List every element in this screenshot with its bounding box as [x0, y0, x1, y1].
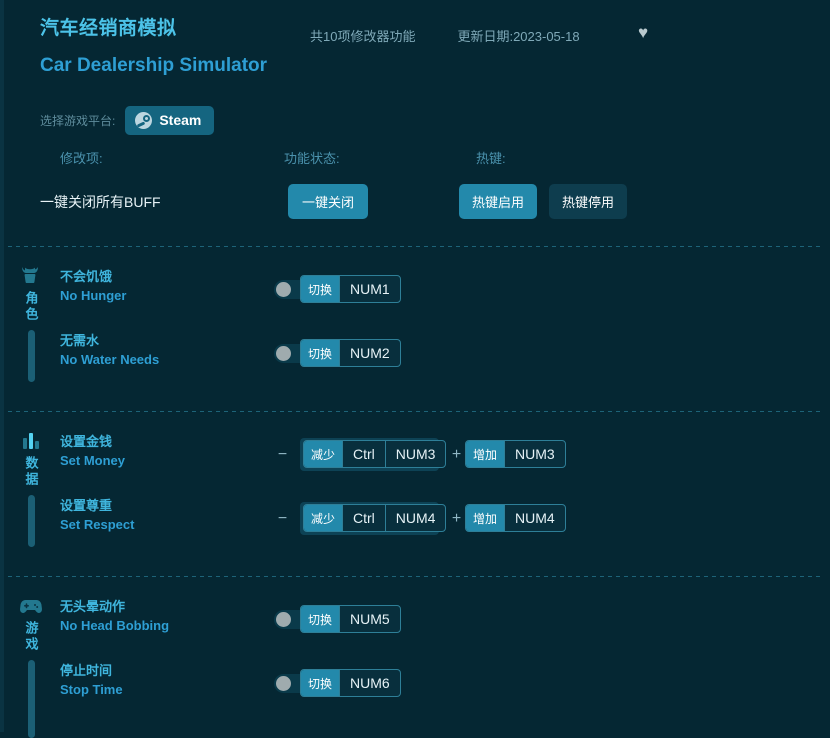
- hotkey-action-label: 增加: [466, 505, 504, 531]
- option-row: 设置金钱Set Money−+减少CtrlNUM3增加NUM3: [60, 426, 830, 490]
- trainer-window: 汽车经销商模拟 Car Dealership Simulator 共10项修改器…: [0, 0, 830, 732]
- page-title-en: Car Dealership Simulator: [40, 55, 830, 77]
- section-游戏: 游戏无头晕动作No Head Bobbing切换NUM5停止时间Stop Tim…: [0, 577, 830, 731]
- section-aside: 数据: [14, 430, 48, 547]
- steam-icon: [135, 112, 152, 129]
- hotkey-chip[interactable]: 减少CtrlNUM4: [303, 504, 446, 532]
- header: 汽车经销商模拟 Car Dealership Simulator 共10项修改器…: [0, 0, 830, 96]
- option-names: 停止时间Stop Time: [60, 661, 260, 699]
- option-name-cn: 停止时间: [60, 661, 260, 680]
- hotkey-key: NUM4: [504, 505, 565, 531]
- hotkey-key: NUM5: [339, 606, 400, 632]
- master-row: 一键关闭所有BUFF 一键关闭 热键启用 热键停用: [0, 180, 830, 236]
- hotkey-toggle-group: 热键启用 热键停用: [459, 184, 627, 219]
- hotkey-action-label: 增加: [466, 441, 504, 467]
- master-row-label: 一键关闭所有BUFF: [40, 192, 161, 212]
- option-row: 无需水No Water Needs 切换NUM2: [60, 325, 830, 389]
- header-meta: 共10项修改器功能 更新日期:2023-05-18: [310, 26, 580, 45]
- gamepad-icon: [19, 595, 43, 617]
- section-rows: 不会饥饿No Hunger切换NUM1无需水No Water Needs切换NU…: [60, 261, 830, 389]
- column-header-state: 功能状态:: [284, 148, 340, 167]
- option-name-en: Stop Time: [60, 680, 260, 699]
- stepper-increment-button[interactable]: +: [448, 446, 465, 463]
- section-角色: 角色不会饥饿No Hunger切换NUM1无需水No Water Needs切换…: [0, 247, 830, 401]
- hotkey-key: Ctrl: [342, 505, 385, 531]
- section-name-label: 角色: [22, 291, 41, 323]
- section-accent-bar: [28, 495, 35, 547]
- hotkey-key: NUM3: [504, 441, 565, 467]
- update-date-label: 更新日期:2023-05-18: [457, 26, 579, 45]
- platform-steam-button[interactable]: Steam: [125, 106, 214, 135]
- hotkey-key: Ctrl: [342, 441, 385, 467]
- section-name-label: 数据: [22, 456, 41, 488]
- section-name-label: 游戏: [22, 621, 41, 653]
- column-header-option: 修改项:: [60, 148, 103, 167]
- option-row: 无头晕动作No Head Bobbing 切换NUM5: [60, 591, 830, 655]
- platform-selector-row: 选择游戏平台: Steam: [0, 98, 830, 142]
- section-accent-bar: [28, 660, 35, 738]
- platform-steam-label: Steam: [159, 112, 201, 128]
- option-row: 不会饥饿No Hunger 切换NUM1: [60, 261, 830, 325]
- option-names: 无头晕动作No Head Bobbing: [60, 597, 260, 635]
- hotkey-action-label: 切换: [301, 670, 339, 696]
- option-name-en: No Hunger: [60, 286, 260, 305]
- option-name-en: Set Money: [60, 451, 260, 470]
- hotkey-action-label: 减少: [304, 505, 342, 531]
- option-names: 设置尊重Set Respect: [60, 496, 260, 534]
- section-aside: 角色: [14, 265, 48, 382]
- hotkey-action-label: 切换: [301, 606, 339, 632]
- hotkey-chip[interactable]: 减少CtrlNUM3: [303, 440, 446, 468]
- option-name-cn: 无头晕动作: [60, 597, 260, 616]
- section-rows: 设置金钱Set Money−+减少CtrlNUM3增加NUM3设置尊重Set R…: [60, 426, 830, 554]
- option-name-en: Set Respect: [60, 515, 260, 534]
- stepper-increment-button[interactable]: +: [448, 510, 465, 527]
- hotkey-chip[interactable]: 增加NUM3: [465, 440, 566, 468]
- hotkey-chip[interactable]: 切换NUM6: [300, 669, 401, 697]
- section-aside: 游戏: [14, 595, 48, 738]
- hotkey-enable-button[interactable]: 热键启用: [459, 184, 537, 219]
- toggle-knob: [276, 346, 291, 361]
- feature-count-label: 共10项修改器功能: [310, 26, 415, 45]
- option-row: 停止时间Stop Time 切换NUM6: [60, 655, 830, 719]
- bar-chart-icon: [19, 430, 43, 452]
- option-name-en: No Water Needs: [60, 350, 260, 369]
- column-header-hotkey: 热键:: [476, 148, 506, 167]
- toggle-knob: [276, 612, 291, 627]
- option-name-en: No Head Bobbing: [60, 616, 260, 635]
- hotkey-chip[interactable]: 切换NUM2: [300, 339, 401, 367]
- option-name-cn: 设置尊重: [60, 496, 260, 515]
- option-name-cn: 无需水: [60, 331, 260, 350]
- hotkey-key: NUM2: [339, 340, 400, 366]
- option-names: 无需水No Water Needs: [60, 331, 260, 369]
- stepper-decrement-button[interactable]: −: [274, 446, 291, 463]
- disable-all-buffs-button[interactable]: 一键关闭: [288, 184, 368, 219]
- hotkey-key: NUM1: [339, 276, 400, 302]
- column-headers: 修改项: 功能状态: 热键:: [0, 148, 830, 180]
- favorite-heart-icon[interactable]: ♥: [638, 24, 656, 42]
- platform-label: 选择游戏平台:: [40, 112, 115, 129]
- hotkey-chip[interactable]: 增加NUM4: [465, 504, 566, 532]
- hotkey-disable-button[interactable]: 热键停用: [549, 184, 627, 219]
- stepper-decrement-button[interactable]: −: [274, 510, 291, 527]
- section-数据: 数据设置金钱Set Money−+减少CtrlNUM3增加NUM3设置尊重Set…: [0, 412, 830, 566]
- section-rows: 无头晕动作No Head Bobbing切换NUM5停止时间Stop Time切…: [60, 591, 830, 719]
- toggle-knob: [276, 676, 291, 691]
- hotkey-key: NUM6: [339, 670, 400, 696]
- option-names: 不会饥饿No Hunger: [60, 267, 260, 305]
- hotkey-action-label: 切换: [301, 276, 339, 302]
- hotkey-key: NUM3: [385, 441, 446, 467]
- toggle-knob: [276, 282, 291, 297]
- armor-icon: [19, 265, 43, 287]
- option-name-cn: 设置金钱: [60, 432, 260, 451]
- hotkey-action-label: 减少: [304, 441, 342, 467]
- sections-container: 角色不会饥饿No Hunger切换NUM1无需水No Water Needs切换…: [0, 247, 830, 731]
- hotkey-key: NUM4: [385, 505, 446, 531]
- option-names: 设置金钱Set Money: [60, 432, 260, 470]
- option-name-cn: 不会饥饿: [60, 267, 260, 286]
- section-accent-bar: [28, 330, 35, 382]
- hotkey-chip[interactable]: 切换NUM5: [300, 605, 401, 633]
- hotkey-chip[interactable]: 切换NUM1: [300, 275, 401, 303]
- option-row: 设置尊重Set Respect−+减少CtrlNUM4增加NUM4: [60, 490, 830, 554]
- hotkey-action-label: 切换: [301, 340, 339, 366]
